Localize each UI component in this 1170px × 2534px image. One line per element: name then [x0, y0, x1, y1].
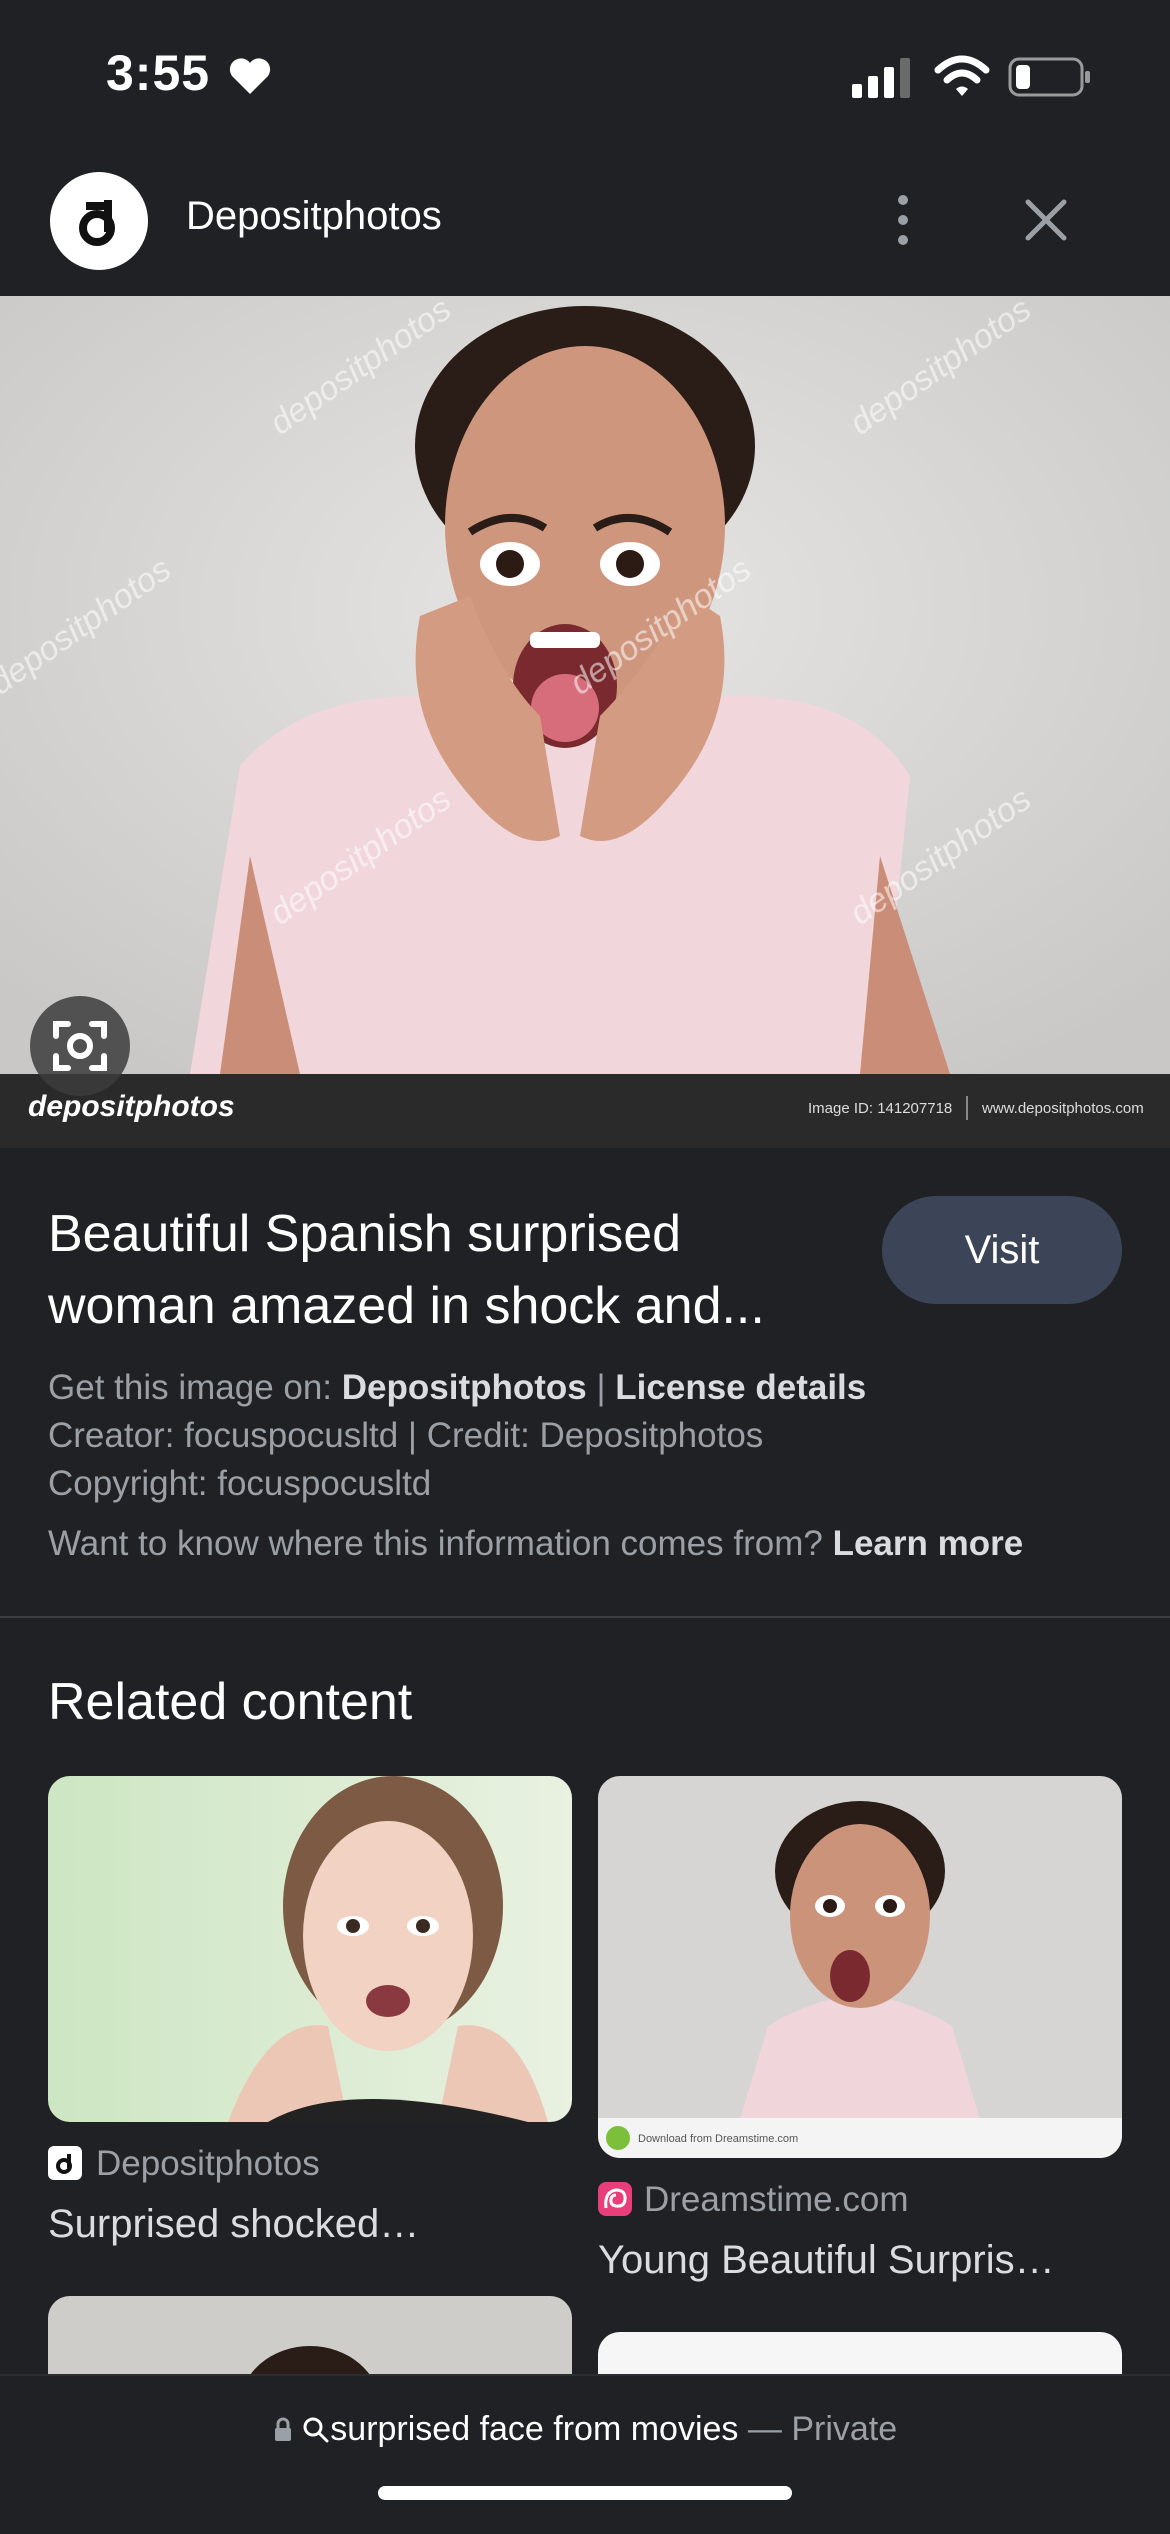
dreamstime-source-icon: [598, 2182, 632, 2216]
depositphotos-source-icon: [48, 2146, 82, 2180]
license-separator: |: [586, 1368, 616, 1407]
section-divider: [0, 1616, 1170, 1618]
lens-icon: [53, 1021, 107, 1071]
copyright-line: Copyright: focuspocusltd: [48, 1464, 432, 1503]
dreamstime-strip-text: Download from Dreamstime.com: [638, 2133, 798, 2145]
image-site-url: www.depositphotos.com: [982, 1100, 1144, 1117]
visit-button[interactable]: Visit: [882, 1196, 1122, 1304]
depositphotos-logo[interactable]: [50, 172, 148, 270]
wifi-icon: [934, 55, 990, 96]
hero-image[interactable]: depositphotos depositphotos depositphoto…: [0, 296, 1170, 1074]
related-content-heading: Related content: [48, 1673, 413, 1731]
get-image-line: Get this image on: Depositphotos | Licen…: [48, 1368, 866, 1408]
related-card-2-source[interactable]: Dreamstime.com: [644, 2180, 908, 2220]
lock-icon: [274, 2417, 291, 2441]
get-image-prefix: Get this image on:: [48, 1368, 342, 1407]
creator-line: Creator: focuspocusltd | Credit: Deposit…: [48, 1416, 764, 1455]
related-card-2-image[interactable]: Download from Dreamstime.com: [598, 1776, 1122, 2158]
image-title: Beautiful Spanish surprised woman amazed…: [48, 1205, 765, 1335]
related-card-1-image[interactable]: [48, 1776, 572, 2122]
related-card-2-caption[interactable]: Young Beautiful Surpris…: [598, 2238, 1122, 2283]
bottom-address-bar[interactable]: [0, 2374, 1170, 2534]
battery-icon: [1008, 57, 1090, 97]
site-name[interactable]: Depositphotos: [186, 194, 442, 239]
depositphotos-icon: [79, 200, 115, 246]
close-icon[interactable]: [1022, 196, 1070, 244]
private-separator: —: [738, 2410, 792, 2448]
home-indicator[interactable]: [378, 2486, 792, 2500]
related-card-1-caption[interactable]: Surprised shocked…: [48, 2202, 572, 2247]
status-time: 3:55: [106, 45, 211, 101]
related-photo-1: [48, 1776, 572, 2122]
header-bar: [0, 150, 1170, 296]
learn-more-link[interactable]: Learn more: [833, 1524, 1024, 1563]
meta-divider: [966, 1096, 968, 1120]
heart-icon: [229, 58, 271, 94]
related-photo-2: Download from Dreamstime.com: [598, 1776, 1122, 2158]
get-image-source-link[interactable]: Depositphotos: [342, 1368, 587, 1407]
more-vertical-icon[interactable]: [886, 192, 920, 248]
image-id: Image ID: 141207718: [808, 1100, 953, 1117]
surprised-woman-photo: depositphotos depositphotos depositphoto…: [0, 296, 1170, 1074]
related-card-1-source[interactable]: Depositphotos: [96, 2144, 320, 2184]
signal-icon: [852, 58, 910, 98]
address-bar-text[interactable]: surprised face from movies — Private: [0, 2410, 1170, 2449]
info-question: Want to know where this information come…: [48, 1524, 833, 1563]
license-details-link[interactable]: License details: [615, 1368, 866, 1407]
info-source-line: Want to know where this information come…: [48, 1524, 1023, 1564]
private-label: Private: [791, 2410, 898, 2448]
search-query: surprised face from movies: [330, 2410, 739, 2448]
lens-button[interactable]: [30, 996, 130, 1096]
search-icon: [303, 2417, 329, 2443]
